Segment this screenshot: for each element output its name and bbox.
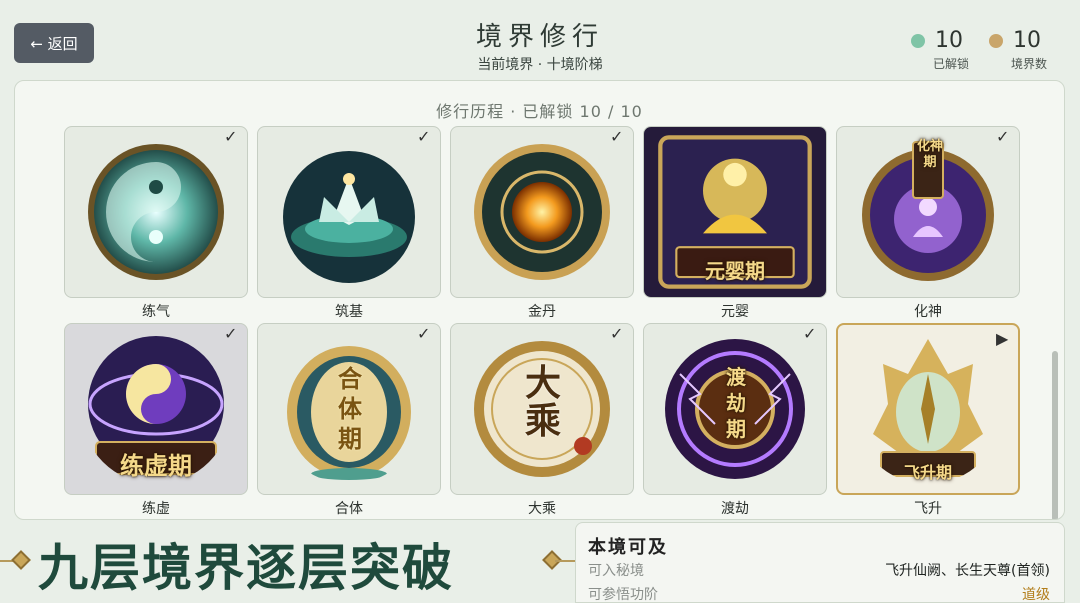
realm-card-lianxu[interactable]: 练虚期 — [64, 323, 248, 495]
realm-card-heti[interactable]: 合体期 — [257, 323, 441, 495]
emblem-caption: 化神期 — [916, 139, 943, 170]
check-icon: ✓ — [803, 324, 817, 343]
emblem-caption: 飞升期 — [903, 463, 952, 482]
realm-label: 筑基 — [335, 304, 363, 320]
stat-label: 境界数 — [1011, 57, 1048, 71]
scrollbar[interactable] — [1052, 351, 1058, 519]
realm-label: 大乘 — [528, 501, 556, 517]
info-value: 道级 — [1022, 587, 1050, 603]
stat-value: 10 — [1013, 28, 1041, 53]
realm-card-huashen[interactable]: 化神期 — [836, 126, 1020, 298]
realm-card-lianqi[interactable] — [64, 126, 248, 298]
banner-divider — [555, 560, 575, 562]
banner: 九层境界逐层突破 — [0, 520, 575, 603]
realm-panel: 修行历程 · 已解锁 10 / 10 元婴期 化神期 练虚期 合体期 大乘 渡劫… — [14, 80, 1065, 520]
realm-card-yuanying[interactable]: 元婴期 — [643, 126, 827, 298]
play-icon[interactable]: ▶ — [996, 329, 1008, 348]
unlocked-dot-icon — [911, 33, 925, 48]
banner-text: 九层境界逐层突破 — [38, 538, 454, 597]
check-icon: ✓ — [996, 127, 1010, 146]
realm-info-card: 本境可及 可入秘境 飞升仙阙、长生天尊(首领) 可参悟功阶 道级 — [575, 522, 1065, 603]
info-key: 可参悟功阶 — [588, 587, 658, 603]
check-icon: ✓ — [224, 127, 238, 146]
realm-card-dacheng[interactable]: 大乘 — [450, 323, 634, 495]
golden-core-icon — [474, 144, 610, 280]
info-value: 飞升仙阙、长生天尊(首领) — [885, 563, 1050, 579]
panel-title: 修行历程 · 已解锁 10 / 10 — [436, 102, 643, 121]
check-icon: ✓ — [224, 324, 238, 343]
realm-label: 金丹 — [528, 304, 556, 320]
realm-emblem-lianqi — [88, 144, 224, 280]
check-icon: ✓ — [610, 127, 624, 146]
info-key: 可入秘境 — [588, 563, 644, 579]
stat-realm-count: 10 境界数 — [989, 28, 1047, 72]
check-icon: ✓ — [610, 324, 624, 343]
realm-label: 渡劫 — [721, 501, 749, 517]
check-icon: ✓ — [417, 324, 431, 343]
emblem-caption: 大乘 — [524, 362, 561, 442]
realm-label: 元婴 — [721, 304, 749, 320]
lotus-emblem-icon — [283, 151, 415, 283]
realm-label: 练气 — [142, 304, 170, 320]
info-title: 本境可及 — [588, 537, 668, 558]
realm-label: 化神 — [914, 304, 942, 320]
realm-card-jindan[interactable] — [450, 126, 634, 298]
info-row: 可参悟功阶 道级 — [588, 584, 1050, 603]
emblem-caption: 合体期 — [338, 364, 362, 453]
emblem-caption: 练虚期 — [120, 451, 192, 480]
realm-card-feisheng[interactable]: 飞升期 — [836, 323, 1020, 495]
stat-label: 已解锁 — [933, 57, 970, 71]
realm-label: 飞升 — [914, 501, 942, 517]
info-row: 可入秘境 飞升仙阙、长生天尊(首领) — [588, 560, 1050, 580]
check-icon: ✓ — [417, 127, 431, 146]
stat-value: 10 — [935, 28, 963, 53]
realm-dot-icon — [989, 33, 1003, 48]
diamond-ornament-icon — [11, 550, 31, 570]
realm-card-zhuji[interactable] — [257, 126, 441, 298]
stat-unlocked: 10 已解锁 — [911, 28, 969, 72]
realm-label: 练虚 — [142, 501, 170, 517]
realm-card-dujie[interactable]: 渡劫期 — [643, 323, 827, 495]
emblem-caption: 渡劫期 — [726, 365, 746, 441]
emblem-caption: 元婴期 — [705, 259, 765, 283]
realm-label: 合体 — [335, 501, 363, 517]
